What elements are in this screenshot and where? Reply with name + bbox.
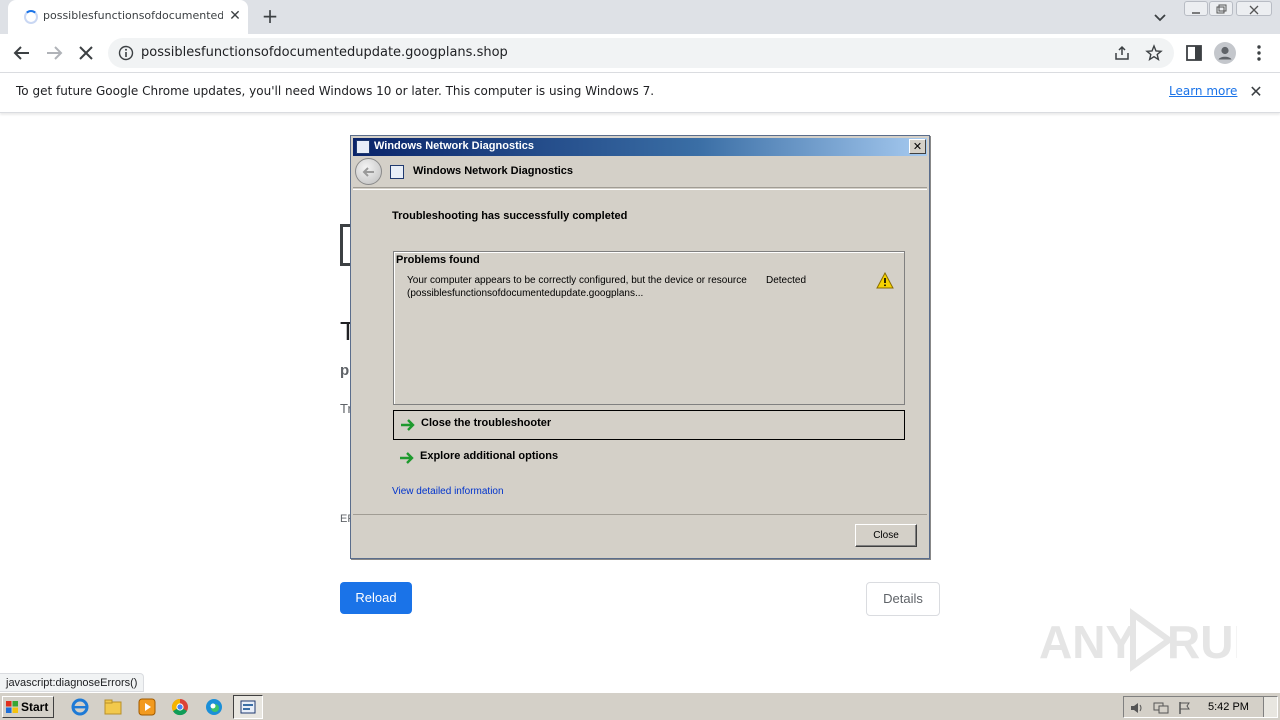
profile-avatar-icon[interactable]: [1213, 41, 1237, 65]
start-label: Start: [21, 700, 49, 714]
diagnostics-taskbar-icon: [240, 700, 256, 714]
result-heading: Troubleshooting has successfully complet…: [392, 210, 628, 222]
problems-header: Problems found: [396, 254, 480, 266]
learn-more-link[interactable]: Learn more: [1169, 84, 1237, 98]
dialog-titlebar[interactable]: Windows Network Diagnostics ✕: [353, 138, 927, 156]
browser-tab[interactable]: possiblesfunctionsofdocumentedupdate.goo…: [8, 0, 248, 34]
dialog-nav-title: Windows Network Diagnostics: [413, 165, 574, 177]
volume-icon[interactable]: [1129, 701, 1145, 715]
svg-text:RUN: RUN: [1167, 616, 1237, 668]
dialog-body: Troubleshooting has successfully complet…: [353, 189, 927, 515]
infobar-message: To get future Google Chrome updates, you…: [16, 84, 655, 98]
tab-strip: possiblesfunctionsofdocumentedupdate.goo…: [0, 0, 1280, 34]
loading-spinner-icon: [24, 10, 38, 24]
problem-description[interactable]: Your computer appears to be correctly co…: [407, 274, 752, 300]
action-center-flag-icon[interactable]: [1177, 701, 1193, 715]
tab-title: possiblesfunctionsofdocumentedupdate.goo…: [43, 9, 223, 22]
kebab-menu-icon[interactable]: [1247, 41, 1271, 65]
network-diagnostics-dialog: Windows Network Diagnostics ✕ Windows Ne…: [350, 135, 930, 559]
tab-close-icon[interactable]: ✕: [226, 7, 244, 25]
explore-options-option[interactable]: Explore additional options: [393, 444, 905, 474]
problem-status: Detected: [766, 275, 807, 286]
restore-button[interactable]: [1209, 1, 1233, 16]
diagnostics-nav-icon: [390, 165, 404, 179]
dialog-close-icon[interactable]: ✕: [909, 139, 926, 154]
back-button-icon[interactable]: [355, 158, 382, 185]
dialog-close-button[interactable]: Close: [855, 524, 917, 547]
page-subheading-fragment: p: [340, 362, 350, 379]
media-player-icon[interactable]: [137, 697, 157, 717]
diagnostics-taskbar-button[interactable]: [233, 695, 263, 719]
option-label: Explore additional options: [420, 450, 559, 462]
chrome-icon[interactable]: [170, 697, 190, 717]
infobar-close-icon[interactable]: ✕: [1246, 82, 1266, 102]
side-panel-icon[interactable]: [1182, 41, 1206, 65]
reload-button[interactable]: Reload: [340, 582, 412, 614]
file-explorer-icon[interactable]: [103, 697, 123, 717]
warning-icon: [876, 272, 894, 289]
edge-icon[interactable]: [204, 697, 224, 717]
show-desktop-button[interactable]: [1263, 697, 1277, 717]
problems-found-panel: Problems found Your computer appears to …: [393, 251, 905, 405]
system-tray: 5:42 PM: [1123, 696, 1278, 718]
dialog-nav-bar: Windows Network Diagnostics: [353, 156, 927, 188]
address-bar[interactable]: possiblesfunctionsofdocumentedupdate.goo…: [108, 38, 1174, 68]
forward-arrow-icon[interactable]: [42, 41, 66, 65]
option-label: Close the troubleshooter: [421, 417, 552, 429]
close-troubleshooter-option[interactable]: Close the troubleshooter: [393, 410, 905, 440]
window-close-button[interactable]: [1236, 1, 1272, 16]
back-arrow-icon[interactable]: [10, 41, 34, 65]
internet-explorer-icon[interactable]: [70, 697, 90, 717]
svg-text:ANY: ANY: [1039, 616, 1136, 668]
green-arrow-icon: [400, 452, 414, 464]
bookmark-star-icon[interactable]: [1145, 44, 1163, 62]
status-url-bubble: javascript:diagnoseErrors(): [0, 673, 145, 692]
browser-toolbar: possiblesfunctionsofdocumentedupdate.goo…: [0, 34, 1280, 72]
update-infobar: To get future Google Chrome updates, you…: [0, 72, 1280, 113]
windows-logo-icon: [6, 701, 18, 713]
view-detailed-info-link[interactable]: View detailed information: [392, 486, 504, 497]
share-icon[interactable]: [1113, 44, 1131, 62]
details-button[interactable]: Details: [866, 582, 940, 616]
minimize-button[interactable]: [1184, 1, 1208, 16]
taskbar-clock[interactable]: 5:42 PM: [1208, 701, 1249, 713]
diagnostics-app-icon: [356, 140, 370, 154]
dialog-title: Windows Network Diagnostics: [374, 140, 535, 152]
start-button[interactable]: Start: [2, 696, 54, 718]
tab-search-chevron-icon[interactable]: [1150, 7, 1170, 27]
url-text[interactable]: possiblesfunctionsofdocumentedupdate.goo…: [141, 45, 508, 60]
new-tab-button[interactable]: +: [259, 5, 281, 27]
windows-taskbar: Start 5:42 PM: [0, 692, 1280, 720]
site-info-icon[interactable]: [118, 45, 134, 61]
green-arrow-icon: [401, 419, 415, 431]
stop-loading-icon[interactable]: [74, 41, 98, 65]
anyrun-watermark-logo: ANY RUN: [1039, 608, 1237, 672]
network-icon[interactable]: [1153, 701, 1169, 715]
